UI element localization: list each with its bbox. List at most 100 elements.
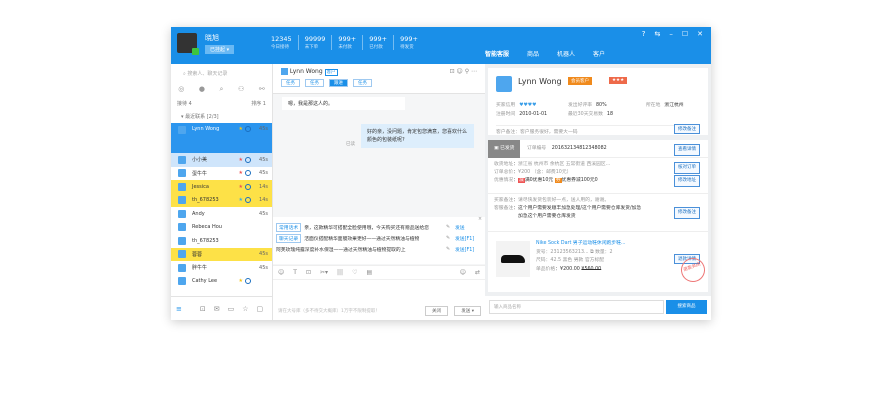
trades-label: 最近30天交易数 [568,112,603,117]
transfer-icon[interactable]: ⇄ [475,269,480,276]
edit-address-button[interactable]: 修改地址 [674,175,700,187]
file-icon[interactable]: ▤ [366,269,372,276]
chat-icon[interactable]: ◎ [178,85,184,94]
close-icon[interactable]: × [478,217,482,222]
quick-reply-text[interactable]: 洁面仪搭配精华面膜效果更好——通过天然精油与植物 [304,235,446,242]
chat-history-icon[interactable]: ☺ [460,269,466,276]
goods-search-input[interactable]: 输入商品名称 [489,300,664,314]
task-tag[interactable]: 任务 [281,79,300,87]
stat-value: 999+ [400,35,418,43]
star-icon[interactable]: ☆ [242,305,248,313]
stat-item[interactable]: 999+ 未付款 [331,35,362,50]
quick-send-button[interactable]: 发送[F1] [455,235,482,242]
header-tools[interactable]: ⊡ ☺ ⚲ ⋯ [450,68,477,75]
share-icon[interactable]: ⊡ [200,305,206,313]
message-incoming: 嗯，我是那这人的。 [282,97,405,110]
check-order-button[interactable]: 核对订单 [674,162,700,174]
right-tabs: 智能客服 商品 机器人 客户 [485,49,605,58]
quick-send-button[interactable]: 发送[F1] [455,246,482,253]
screenshot-icon[interactable]: ⊡ [306,269,311,276]
close-icon[interactable]: ✕ [697,30,703,38]
avatar[interactable] [177,33,199,55]
sort-button[interactable]: 排序 1 [251,100,266,107]
send-button[interactable]: 发送 ▾ [454,306,481,316]
tab-0[interactable]: 智能客服 [485,49,509,58]
edit-icon[interactable]: ✎ [446,247,450,252]
edit-icon[interactable]: ✎ [446,225,450,230]
contact-item[interactable]: 蛋牛牛 ★ 45s [171,167,272,181]
contact-item[interactable]: Lynn Wong ★ 45s [171,123,272,153]
section-title[interactable]: ▾ 最近联系 [2/3] [181,113,219,120]
product-image [496,241,530,277]
panel-icon[interactable]: ▢ [257,305,264,313]
contact-item[interactable]: Cathy Lee ★ [171,275,272,289]
contact-item[interactable]: Rebeca Hou [171,221,272,235]
emoji-icon[interactable]: ☺ [278,269,284,276]
tab-1[interactable]: 商品 [527,49,539,58]
star-icon: ★ [238,126,243,132]
contact-avatar [281,68,288,75]
online-icon [192,48,199,55]
sku-value: 23123563213... [550,249,589,255]
view-detail-button[interactable]: 查看详情 [674,144,700,156]
contact-item[interactable]: 小小美 ★ 45s [171,153,272,167]
stat-item[interactable]: 12345 今日接待 [271,35,298,50]
contact-icon[interactable]: ● [199,85,205,94]
goods-search-button[interactable]: 搜索商品 [666,300,707,314]
contact-item[interactable]: 胖牛牛 45s [171,261,272,275]
minimize-icon[interactable]: – [669,30,673,38]
order-card: ▣ 已发货 订单编号 201632134812348082 查看详情 收货地址：… [488,140,709,292]
message-outgoing: 好的亲，没问题，肯定包您满意，您喜欢什么颜色的包装纸呢? [361,124,474,148]
contact-panel: ⌕ 搜索人、聊天记录 ◎ ● ⌕ ⚇ ⚯ 接待 4 排序 1 ▾ 最近联系 [2/3] L… [171,64,273,320]
heart-icon[interactable]: ♡ [352,269,357,276]
stat-item[interactable]: 999+ 已付款 [362,35,393,50]
org-icon[interactable]: ⚯ [259,85,265,94]
tab-3[interactable]: 客户 [593,49,605,58]
quick-send-button[interactable]: 发送 [455,224,482,231]
font-icon[interactable]: T [293,269,297,276]
edit-memo-button[interactable]: 修改备注 [674,207,700,219]
chat-header: Lynn Wong 客户 ⊡ ☺ ⚲ ⋯ 任务 任务 跟进 任务 [273,64,485,94]
customer-panel: Lynn Wong 会员客户 ★★★ 买家信用 ♥♥♥♥ 发出好评率 80% 所在地… [485,64,711,320]
contact-item[interactable]: Jessica ★ 14s [171,180,272,194]
contact-item[interactable]: th_678253 [171,234,272,248]
card-icon[interactable]: ▭ [228,305,235,313]
addr-label: 收货地址 [494,162,514,167]
contact-avatar [178,263,186,272]
task-tag[interactable]: 任务 [353,79,372,87]
search-input[interactable]: ⌕ 搜索人、聊天记录 [171,64,272,82]
quick-reply-text[interactable]: 阿芙玫瑰纯露深度补水保湿——通过天然精油与植物提取的上 [276,246,446,253]
sku-label: 货号 [536,249,546,255]
tab-2[interactable]: 机器人 [557,49,575,58]
edit-note-button[interactable]: 修改备注 [674,124,700,134]
message-input[interactable]: 请在大号库（多不待交大概库）1万字不限制提取！ 关闭 发送 ▾ [273,279,485,320]
contact-name: Lynn Wong [192,126,220,132]
maximize-icon[interactable]: ☐ [682,30,688,38]
task-tag[interactable]: 任务 [305,79,324,87]
scissors-icon[interactable]: ✂▾ [320,269,328,276]
contact-item[interactable]: th_678253 ★ 14s [171,193,272,207]
stat-value: 999+ [369,35,388,43]
stat-item[interactable]: 999+ 待发货 [393,35,424,50]
product-title[interactable]: Nike Sock Dart 男子运动鞋休闲跑步鞋... [536,240,661,249]
search-icon[interactable]: ⌕ [220,85,224,94]
status-dropdown[interactable]: 已挂起 ▾ [205,45,235,54]
mail-icon[interactable]: ✉ [214,305,220,313]
help-icon[interactable]: ? [642,30,646,38]
contact-name: Lynn Wong [289,68,323,75]
quick-reply-text[interactable]: 亲，这款精华可搭配全脸使用哦，今天购买还有赠品送给您 [304,224,446,231]
stat-item[interactable]: 99999 未下单 [297,35,332,50]
stat-value: 99999 [304,35,326,43]
barcode-icon[interactable]: ||| [337,269,343,276]
menu-icon[interactable]: ≡ [176,305,182,313]
group-icon[interactable]: ⚇ [238,85,244,94]
contact-item[interactable]: Andy 45s [171,207,272,221]
switch-icon[interactable]: ⇆ [654,30,660,38]
edit-icon[interactable]: ✎ [446,236,450,241]
task-tag[interactable]: 跟进 [329,79,348,87]
contact-time: 45s [259,170,268,177]
close-button[interactable]: 关闭 [425,306,448,316]
star-icon: ★ [238,183,243,190]
contact-item[interactable]: 蓉蓉 45s [171,247,272,261]
quick-reply-category: 聊天记录 [276,234,302,243]
